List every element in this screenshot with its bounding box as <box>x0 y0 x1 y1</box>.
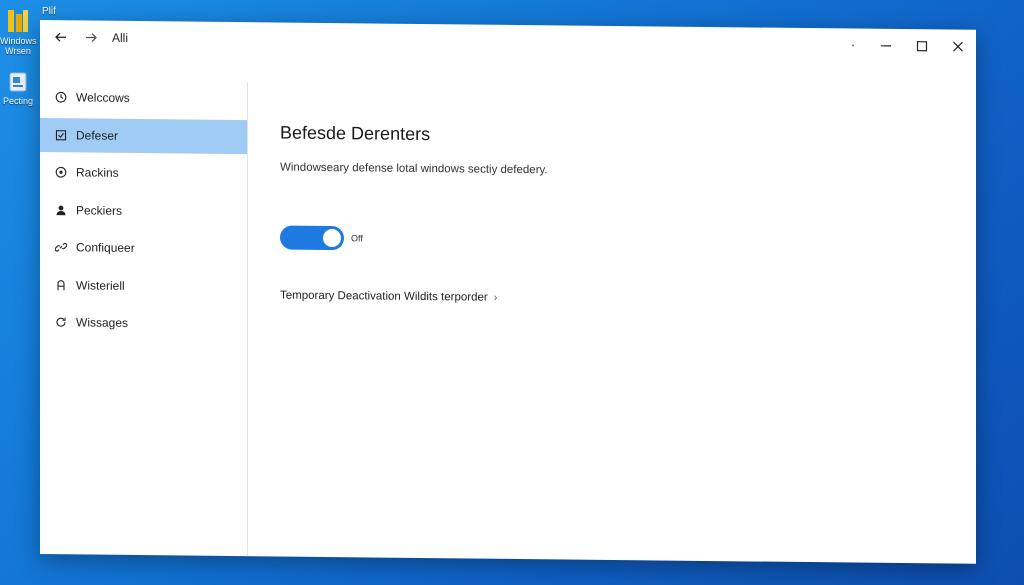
window-controls <box>852 29 976 64</box>
sidebar-item-label: Confiqueer <box>76 240 135 255</box>
sidebar-item-label: Wissages <box>76 315 129 330</box>
refresh-icon <box>54 315 68 329</box>
sidebar: Welccows Defeser Rackins Peckiers Confiq… <box>40 80 248 557</box>
maximize-icon <box>916 41 928 52</box>
sidebar-item-label: Peckiers <box>76 202 123 218</box>
sidebar-item-peckiers[interactable]: Peckiers <box>40 193 247 229</box>
link-icon <box>54 240 68 254</box>
minimize-icon <box>881 45 891 47</box>
sidebar-item-rackins[interactable]: Rackins <box>40 155 247 191</box>
desktop-icon-label: Windows Wrsen <box>0 36 37 56</box>
forward-button[interactable] <box>76 23 106 51</box>
desktop-icon-label: Pecting <box>2 96 34 106</box>
desktop-icon-pecting[interactable]: Pecting <box>0 70 36 106</box>
clock-icon <box>54 90 68 104</box>
file-icon <box>9 72 27 92</box>
lock-icon <box>54 278 68 292</box>
sidebar-item-welccows[interactable]: Welccows <box>40 80 247 116</box>
back-button[interactable] <box>46 23 76 51</box>
link-label: Temporary Deactivation Wildits terporder <box>280 289 488 304</box>
chevron-right-icon: › <box>493 291 498 304</box>
sidebar-item-defeser[interactable]: Defeser <box>40 117 247 154</box>
sidebar-item-label: Welccows <box>76 90 130 105</box>
desktop-label: Plif <box>42 6 56 17</box>
sidebar-item-wisteriell[interactable]: Wisteriell <box>40 268 247 304</box>
temporary-deactivation-link[interactable]: Temporary Deactivation Wildits terporder… <box>280 290 497 304</box>
sidebar-item-confiqueer[interactable]: Confiqueer <box>40 230 247 266</box>
sidebar-item-label: Wisteriell <box>76 277 125 293</box>
title-bar: Alli <box>40 20 976 64</box>
sidebar-item-label: Defeser <box>76 127 119 143</box>
person-icon <box>54 203 68 217</box>
folder-icon <box>8 10 28 32</box>
shield-icon <box>54 128 68 142</box>
sidebar-item-wissages[interactable]: Wissages <box>40 305 247 341</box>
window-title: Alli <box>112 30 129 45</box>
arrow-right-icon <box>86 33 97 43</box>
desktop-icon-windows[interactable]: Windows Wrsen <box>0 8 37 56</box>
close-icon <box>953 41 963 52</box>
minimize-button[interactable] <box>868 31 904 61</box>
target-icon <box>54 165 68 179</box>
arrow-left-icon <box>55 32 66 42</box>
close-button[interactable] <box>940 31 976 61</box>
defender-toggle[interactable] <box>280 225 344 251</box>
divider-dot <box>852 44 854 47</box>
sidebar-item-label: Rackins <box>76 165 119 180</box>
toggle-knob <box>323 228 341 248</box>
page-title: Befesde Derenters <box>280 122 431 145</box>
toggle-row: Off <box>280 225 940 257</box>
maximize-button[interactable] <box>904 31 940 61</box>
settings-window: Alli Welccows Defeser Rackins Peckiers C… <box>40 20 976 564</box>
main-content: Befesde Derenters Windowseary defense lo… <box>280 123 940 311</box>
toggle-state-label: Off <box>351 233 363 244</box>
page-description: Windowseary defense lotal windows sectiy… <box>280 161 548 177</box>
